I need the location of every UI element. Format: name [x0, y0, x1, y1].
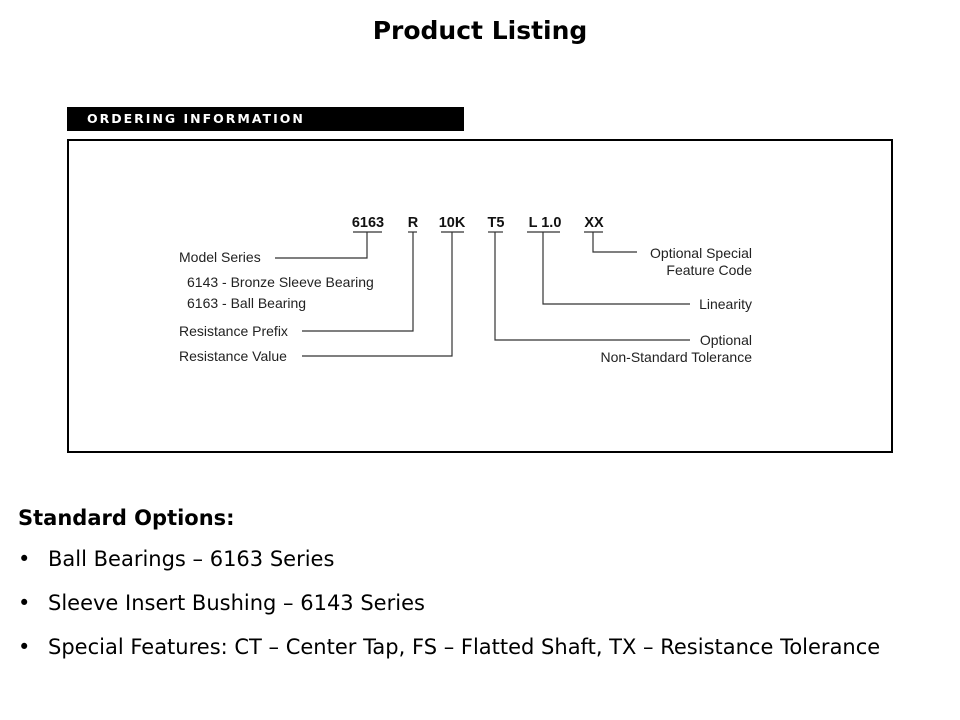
code-resistance-value: 10K [439, 215, 466, 231]
code-tolerance: T5 [488, 215, 505, 231]
code-special-feature: XX [584, 215, 604, 231]
label-model-option-bronze: 6143 - Bronze Sleeve Bearing [187, 274, 374, 290]
label-special-feature-line1: Optional Special [650, 245, 752, 261]
label-tolerance-line2: Non-Standard Tolerance [600, 349, 752, 365]
list-item: • Ball Bearings – 6163 Series [18, 545, 928, 573]
label-resistance-prefix: Resistance Prefix [179, 323, 288, 339]
label-special-feature-line2: Feature Code [666, 262, 752, 278]
label-model-option-ball: 6163 - Ball Bearing [187, 295, 306, 311]
bullet-icon: • [18, 547, 31, 571]
code-model-series: 6163 [352, 215, 384, 231]
standard-options-list: • Ball Bearings – 6163 Series • Sleeve I… [18, 545, 928, 677]
standard-options-heading: Standard Options: [18, 506, 235, 530]
connector-lines [275, 231, 690, 357]
list-item: • Sleeve Insert Bushing – 6143 Series [18, 589, 928, 617]
option-text: Special Features: CT – Center Tap, FS – … [48, 635, 881, 659]
list-item: • Special Features: CT – Center Tap, FS … [18, 633, 928, 661]
leader-special-feature [592, 232, 637, 253]
code-resistance-prefix: R [408, 215, 419, 231]
label-linearity: Linearity [699, 296, 752, 312]
label-model-series: Model Series [179, 249, 261, 265]
option-text: Ball Bearings – 6163 Series [48, 547, 335, 571]
bullet-icon: • [18, 591, 31, 615]
label-tolerance-line1: Optional [700, 332, 752, 348]
leader-resistance-value [302, 232, 453, 357]
option-text: Sleeve Insert Bushing – 6143 Series [48, 591, 425, 615]
label-resistance-value: Resistance Value [179, 348, 287, 364]
code-linearity: L 1.0 [529, 215, 562, 231]
leader-model-series [275, 232, 368, 259]
bullet-icon: • [18, 635, 31, 659]
